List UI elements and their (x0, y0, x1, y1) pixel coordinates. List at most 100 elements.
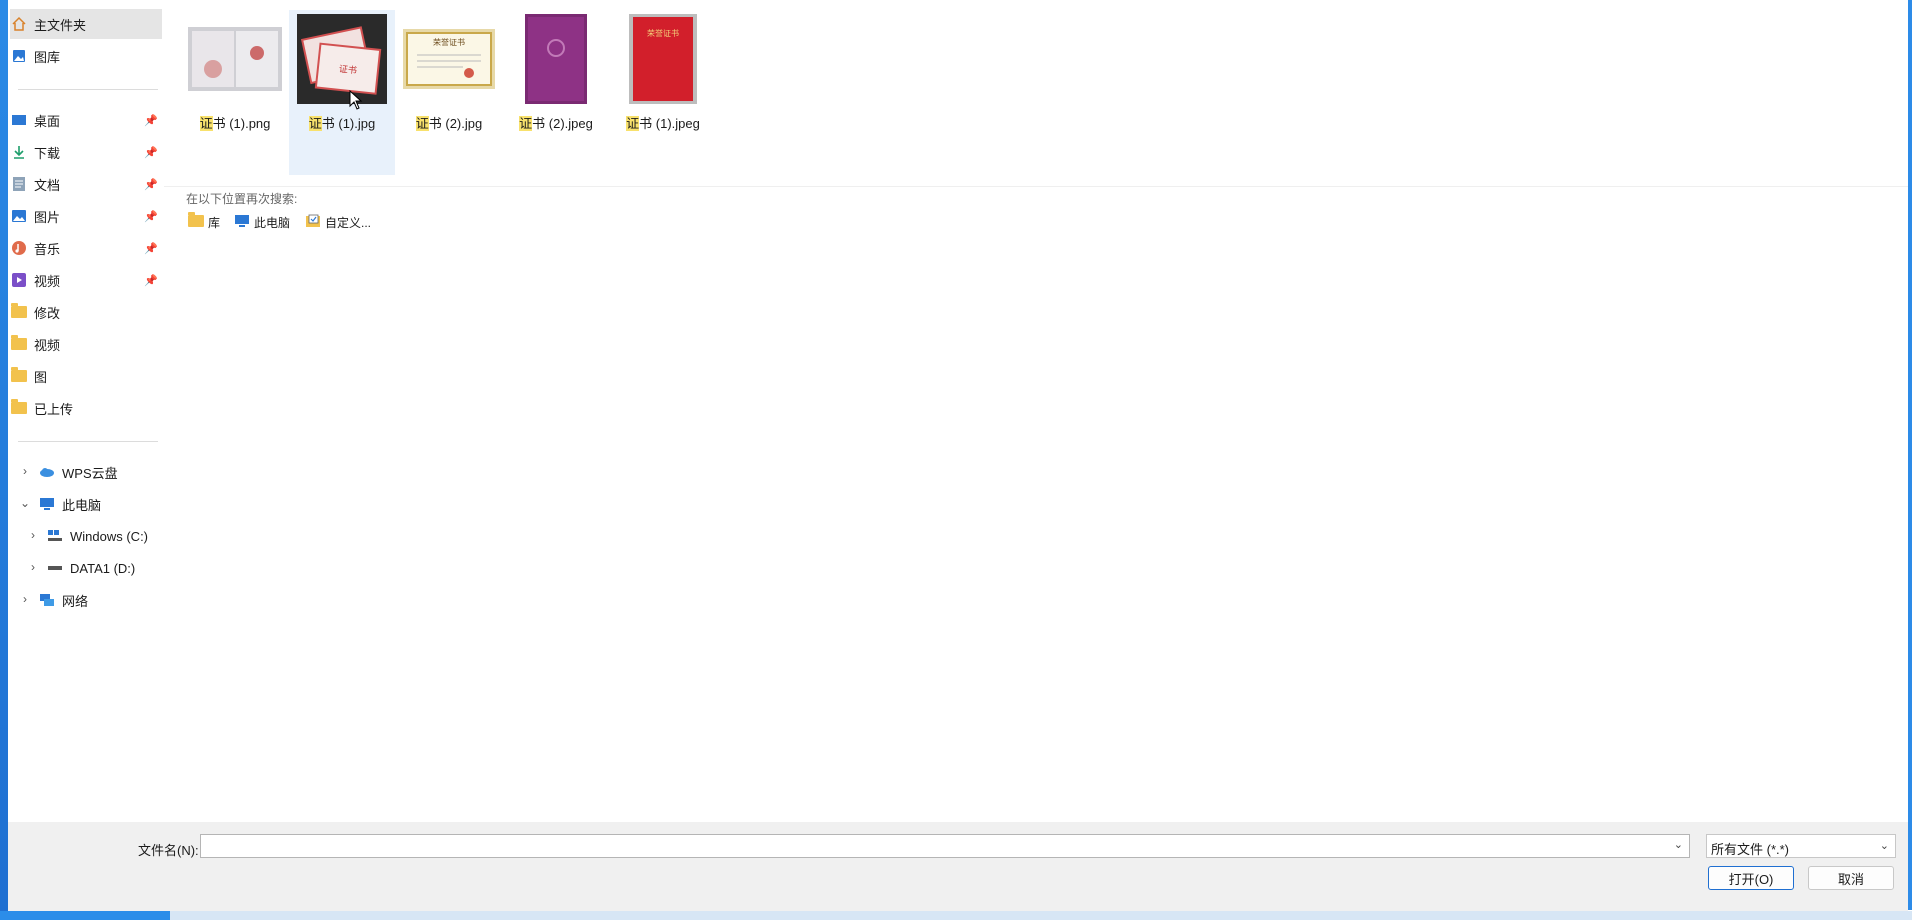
search-location-this-pc-label: 此电脑 (254, 216, 291, 230)
chevron-down-icon[interactable]: ⌄ (1674, 838, 1683, 851)
file-item[interactable]: 荣誉证书 证书 (2).jpg (396, 10, 502, 175)
folder-icon (10, 335, 28, 353)
chevron-right-icon[interactable]: › (18, 592, 32, 606)
file-name: 证书 (1).jpg (308, 116, 376, 131)
cancel-button[interactable]: 取消 (1808, 866, 1894, 890)
nav-gallery-label: 图库 (34, 49, 61, 65)
music-icon (10, 239, 28, 257)
file-thumbnail (509, 13, 603, 105)
file-name: 证书 (2).jpg (415, 116, 483, 131)
nav-folder-label: 视频 (34, 337, 61, 353)
windows-drive-icon (46, 527, 64, 545)
chevron-down-icon: ⌄ (1879, 840, 1889, 852)
nav-wps-label: WPS云盘 (62, 465, 118, 481)
nav-downloads[interactable]: 下载 📌 (10, 137, 162, 167)
document-icon (10, 175, 28, 193)
custom-folder-icon (305, 214, 321, 231)
nav-folder-pic[interactable]: 图 (10, 361, 162, 391)
folder-icon (10, 367, 28, 385)
window-right-edge (1908, 0, 1912, 910)
file-thumbnail (188, 13, 282, 105)
drive-icon (46, 559, 64, 577)
taskbar-edge (0, 911, 1912, 920)
nav-divider (18, 441, 158, 442)
nav-desktop[interactable]: 桌面 📌 (10, 105, 162, 135)
file-name: 证书 (2).jpeg (519, 116, 593, 131)
nav-this-pc[interactable]: 此电脑 (38, 489, 162, 519)
pin-icon[interactable]: 📌 (144, 242, 158, 255)
nav-folder-uploaded[interactable]: 已上传 (10, 393, 162, 423)
pin-icon[interactable]: 📌 (144, 274, 158, 287)
chevron-right-icon[interactable]: › (18, 464, 32, 478)
nav-drive-d-label: DATA1 (D:) (70, 560, 136, 576)
pin-icon[interactable]: 📌 (144, 114, 158, 127)
nav-documents-label: 文档 (34, 177, 61, 193)
library-folder-icon (188, 212, 204, 230)
nav-pictures[interactable]: 图片 📌 (10, 201, 162, 231)
filename-label: 文件名(N): (138, 843, 199, 858)
navigation-pane: 主文件夹 图库 桌面 📌 下载 📌 文档 📌 图片 📌 音乐 📌 视频 📌 修改… (8, 0, 164, 822)
file-thumbnail: 荣誉证书 (616, 13, 710, 105)
thumb-text: 荣誉证书 (433, 37, 465, 47)
file-item[interactable]: 荣誉证书 证书 (1).jpeg (610, 10, 716, 175)
file-item[interactable]: 证书 (2).jpeg (503, 10, 609, 175)
nav-drive-d[interactable]: DATA1 (D:) (46, 553, 162, 583)
file-name: 证书 (1).jpeg (626, 116, 700, 131)
nav-videos-label: 视频 (34, 273, 61, 289)
nav-wps-cloud[interactable]: WPS云盘 (38, 457, 162, 487)
nav-music-label: 音乐 (34, 241, 61, 257)
video-icon (10, 271, 28, 289)
search-location-library[interactable]: 库 (188, 212, 221, 231)
nav-folder-label: 修改 (34, 305, 61, 321)
computer-icon (38, 495, 56, 513)
nav-folder-label: 图 (34, 369, 48, 385)
home-icon (10, 15, 28, 33)
chevron-right-icon[interactable]: › (26, 528, 40, 542)
desktop-icon (10, 111, 28, 129)
nav-music[interactable]: 音乐 📌 (10, 233, 162, 263)
file-item-selected[interactable]: 证书 证书 (1).jpg (289, 10, 395, 175)
chevron-right-icon[interactable]: › (26, 560, 40, 574)
filetype-select[interactable]: 所有文件 (*.*) ⌄ (1706, 834, 1896, 858)
thumb-text: 荣誉证书 (647, 28, 679, 38)
nav-divider (18, 89, 158, 90)
nav-pictures-label: 图片 (34, 209, 61, 225)
nav-folder-modify[interactable]: 修改 (10, 297, 162, 327)
search-location-custom[interactable]: 自定义... (305, 214, 371, 231)
picture-icon (10, 207, 28, 225)
window-left-edge (0, 0, 8, 920)
search-location-library-label: 库 (208, 216, 221, 230)
dialog-footer: 文件名(N): ⌄ 所有文件 (*.*) ⌄ 打开(O) 取消 (8, 822, 1908, 911)
nav-network-label: 网络 (62, 593, 89, 609)
nav-gallery[interactable]: 图库 (10, 41, 162, 71)
nav-videos[interactable]: 视频 📌 (10, 265, 162, 295)
nav-desktop-label: 桌面 (34, 113, 61, 129)
nav-folder-video[interactable]: 视频 (10, 329, 162, 359)
search-location-this-pc[interactable]: 此电脑 (234, 214, 290, 231)
file-list-pane: 证书 (1).png 证书 证书 (1).jpg 荣誉证书 证书 (2).jpg… (164, 0, 1908, 822)
download-icon (10, 143, 28, 161)
file-thumbnail: 荣誉证书 (402, 13, 496, 105)
nav-network[interactable]: 网络 (38, 585, 162, 615)
nav-folder-label: 已上传 (34, 401, 74, 417)
pin-icon[interactable]: 📌 (144, 210, 158, 223)
folder-icon (10, 399, 28, 417)
nav-drive-c[interactable]: Windows (C:) (46, 521, 162, 551)
search-divider (164, 186, 1908, 187)
pin-icon[interactable]: 📌 (144, 178, 158, 191)
cloud-icon (38, 463, 56, 481)
nav-drive-c-label: Windows (C:) (70, 528, 149, 544)
nav-home-label: 主文件夹 (34, 17, 87, 33)
network-icon (38, 591, 56, 609)
filename-input[interactable]: ⌄ (200, 834, 1690, 858)
mouse-cursor-icon (349, 90, 363, 110)
file-item[interactable]: 证书 (1).png (182, 10, 288, 175)
nav-this-pc-label: 此电脑 (62, 497, 102, 513)
nav-documents[interactable]: 文档 📌 (10, 169, 162, 199)
nav-downloads-label: 下载 (34, 145, 61, 161)
open-button[interactable]: 打开(O) (1708, 866, 1794, 890)
filetype-value: 所有文件 (*.*) (1711, 842, 1790, 857)
nav-home[interactable]: 主文件夹 (10, 9, 162, 39)
pin-icon[interactable]: 📌 (144, 146, 158, 159)
chevron-down-icon[interactable]: ⌄ (18, 496, 32, 510)
